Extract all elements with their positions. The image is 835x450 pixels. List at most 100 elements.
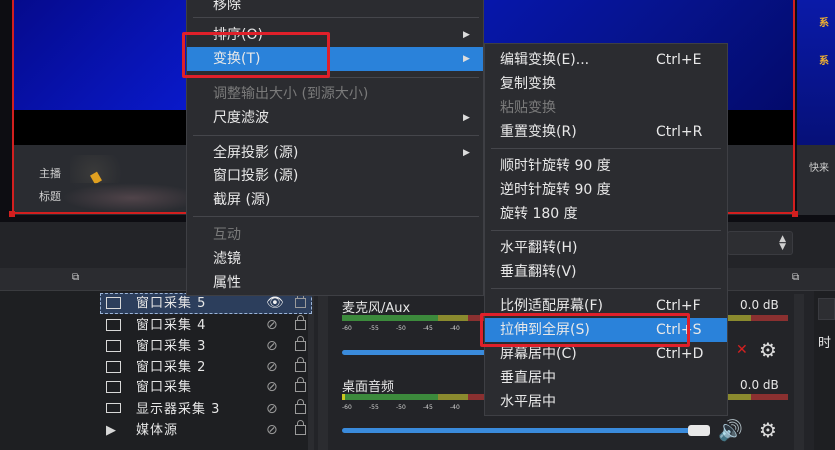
desktop-volume-knob[interactable] [688,425,710,436]
menu-item-paste-transform: 粘贴变换 [485,96,727,120]
tick: -55 [369,404,379,411]
desktop-db: 0.0 dB [740,378,779,392]
desktop-meter [342,394,490,400]
source-label: 显示器采集 3 [136,402,221,417]
window-icon [106,340,121,352]
source-item[interactable]: 窗口采集 ⊘ [100,377,312,398]
source-item[interactable]: 窗口采集 3 ⊘ [100,336,312,357]
menu-item-interact: 互动 [187,223,483,247]
source-label: 窗口采集 2 [136,360,207,375]
eye-hidden-icon[interactable]: ⊘ [266,420,278,441]
mic-meter-right [726,315,788,321]
undock-icon[interactable]: ⧉ [792,272,799,283]
menu-item-label: 截屏 (源) [213,192,271,208]
lock-icon[interactable] [295,377,306,392]
menu-item-edit-transform[interactable]: 编辑变换(E)... Ctrl+E [485,48,727,72]
gear-icon[interactable]: ⚙ [759,418,777,442]
source-label: 窗口采集 3 [136,339,207,354]
eye-icon[interactable]: 👁 [266,293,284,314]
menu-item-label: 粘贴变换 [500,100,556,116]
shortcut-label: Ctrl+E [656,52,702,68]
submenu-arrow-icon: ▶ [463,30,470,40]
submenu-arrow-icon: ▶ [463,148,470,158]
preview-right-strip: 系 系 [797,0,835,145]
lock-icon[interactable] [295,399,306,414]
play-icon: ▶ [106,423,116,438]
menu-item-center-horizontal[interactable]: 水平居中 [485,390,727,414]
mic-db: 0.0 dB [740,298,779,312]
menu-item-label: 滤镜 [213,251,241,267]
menu-item-flip-horizontal[interactable]: 水平翻转(H) [485,236,727,260]
lock-icon[interactable] [295,357,306,372]
mic-volume-slider[interactable] [342,350,487,355]
right-label-2: 系 [819,56,829,67]
menu-item-copy-transform[interactable]: 复制变换 [485,72,727,96]
source-label: 媒体源 [136,423,179,438]
menu-item-label: 移除 [213,0,241,13]
desktop-meter-right [726,394,788,400]
menu-item-label: 互动 [213,227,241,243]
menu-separator [193,17,479,18]
lock-icon[interactable] [295,420,306,435]
menu-item-fullscreen-projector[interactable]: 全屏投影 (源) ▶ [187,141,483,165]
tick: -40 [450,404,460,411]
menu-item-label: 调整输出大小 (到源大小) [213,86,369,102]
menu-separator [491,288,721,289]
spin-arrows-icon[interactable]: ▲ ▼ [779,235,786,252]
eye-hidden-icon[interactable]: ⊘ [266,336,278,357]
window-icon [106,297,121,309]
menu-item-windowed-projector[interactable]: 窗口投影 (源) [187,164,483,188]
menu-item-flip-vertical[interactable]: 垂直翻转(V) [485,260,727,284]
controls-button[interactable] [818,298,835,320]
menu-separator [193,135,479,136]
window-icon [106,381,121,393]
scenes-dock: ⧉ [0,268,96,450]
eye-hidden-icon[interactable]: ⊘ [266,357,278,378]
mixer-scrollbar-right[interactable] [794,294,804,450]
source-item[interactable]: 窗口采集 5 👁 [100,293,312,314]
undock-icon[interactable]: ⧉ [72,272,79,283]
eye-hidden-icon[interactable]: ⊘ [266,399,278,420]
menu-item-resize-output: 调整输出大小 (到源大小) [187,82,483,106]
menu-item-screenshot[interactable]: 截屏 (源) [187,188,483,212]
menu-item-rotate-180[interactable]: 旋转 180 度 [485,202,727,226]
menu-item-rotate-ccw[interactable]: 逆时针旋转 90 度 [485,178,727,202]
menu-item-filters[interactable]: 滤镜 [187,247,483,271]
mixer-scrollbar-left[interactable] [318,292,328,450]
resize-handle-bottom-right[interactable] [792,211,798,217]
eye-hidden-icon[interactable]: ⊘ [266,377,278,398]
menu-item-label: 重置变换(R) [500,124,577,140]
source-item[interactable]: 窗口采集 4 ⊘ [100,315,312,336]
lock-icon[interactable] [295,293,306,308]
tick: -60 [342,325,352,332]
lock-icon[interactable] [295,315,306,330]
menu-item-center-vertical[interactable]: 垂直居中 [485,366,727,390]
spin-box[interactable]: ▲ ▼ [727,231,793,255]
right-label-1: 系 [819,18,829,29]
resize-handle-bottom-left[interactable] [9,211,15,217]
menu-item-scale-filter[interactable]: 尺度滤波 ▶ [187,106,483,130]
lock-icon[interactable] [295,336,306,351]
annotation-box-stretch [480,313,690,347]
menu-item-remove[interactable]: 移除 [187,0,483,17]
eye-hidden-icon[interactable]: ⊘ [266,315,278,336]
menu-item-label: 窗口投影 (源) [213,168,299,184]
gear-icon[interactable]: ⚙ [759,338,777,362]
source-item[interactable]: 显示器采集 3 ⊘ [100,399,312,420]
scenes-dock-header: ⧉ [0,268,96,291]
menu-item-label: 尺度滤波 [213,110,269,126]
speaker-icon[interactable]: 🔊 [718,418,743,442]
source-item[interactable]: 窗口采集 2 ⊘ [100,357,312,378]
controls-dock: 时 [814,268,835,450]
tick: -55 [369,325,379,332]
menu-item-rotate-cw[interactable]: 顺时针旋转 90 度 [485,154,727,178]
menu-item-label: 旋转 180 度 [500,206,578,222]
desktop-channel-name: 桌面音频 [342,380,395,395]
mute-icon[interactable]: ✕ [736,342,748,358]
menu-separator [193,216,479,217]
source-item[interactable]: ▶ 媒体源 ⊘ [100,420,312,441]
menu-item-reset-transform[interactable]: 重置变换(R) Ctrl+R [485,120,727,144]
desktop-volume-slider[interactable] [342,428,692,433]
menu-item-label: 编辑变换(E)... [500,52,590,68]
menu-item-properties[interactable]: 属性 [187,271,483,295]
